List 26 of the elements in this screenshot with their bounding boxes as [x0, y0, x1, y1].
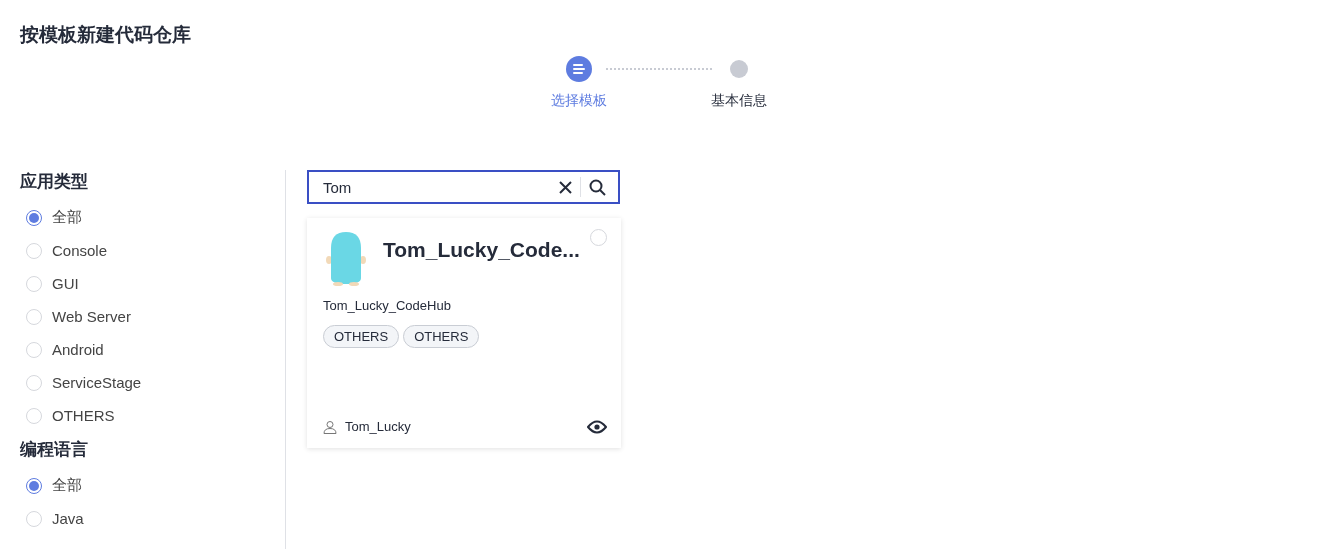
radio-button[interactable]: [26, 477, 42, 494]
tag: OTHERS: [323, 325, 400, 348]
option-label[interactable]: Web Server: [52, 308, 131, 325]
template-card[interactable]: Tom_Lucky_Code... Tom_Lucky_CodeHub OTHERS OTHERS Tom_Lucky: [307, 218, 621, 448]
user-icon: [323, 419, 337, 434]
template-title: Tom_Lucky_Code...: [383, 238, 580, 262]
option-label[interactable]: Android: [52, 341, 104, 358]
mascot-icon: [323, 230, 369, 286]
option-label[interactable]: Console: [52, 242, 108, 259]
tag: OTHERS: [403, 325, 480, 348]
option-label[interactable]: OTHERS: [52, 407, 115, 424]
radio-button[interactable]: [26, 209, 42, 226]
option-label[interactable]: Java: [52, 510, 84, 527]
step-label[interactable]: 选择模板: [550, 92, 607, 110]
author-name: Tom_Lucky: [345, 419, 411, 434]
page-title: 按模板新建代码仓库: [20, 22, 192, 47]
filter-heading: 应用类型: [20, 170, 89, 193]
filter-heading: 编程语言: [20, 438, 89, 461]
search-bar[interactable]: Tom: [307, 170, 620, 204]
step-label[interactable]: 基本信息: [710, 92, 767, 110]
option-label[interactable]: 全部: [52, 476, 82, 495]
option-label[interactable]: 全部: [52, 208, 82, 227]
template-description: Tom_Lucky_CodeHub: [323, 298, 452, 313]
eye-icon[interactable]: [587, 419, 607, 434]
option-label[interactable]: ServiceStage: [52, 374, 142, 391]
option-label[interactable]: GUI: [52, 275, 79, 292]
